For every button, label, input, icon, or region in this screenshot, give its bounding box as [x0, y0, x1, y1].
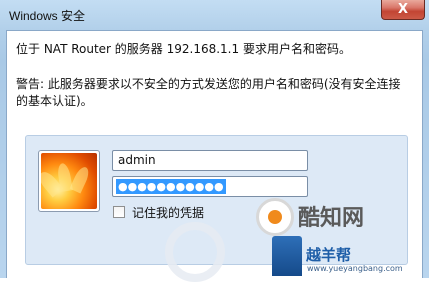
username-field[interactable]: admin — [112, 150, 308, 171]
close-icon: X — [397, 2, 409, 17]
close-button[interactable]: X — [381, 0, 425, 20]
watermark-site: 越羊帮 — [306, 246, 352, 264]
password-field[interactable]: ●●●●●●●●●●● — [112, 176, 308, 197]
window-title: Windows 安全 — [9, 9, 86, 23]
flower-avatar-icon — [38, 150, 100, 212]
watermark-building-icon — [272, 236, 302, 276]
warning-message-line2: 的基本认证)。 — [16, 94, 93, 108]
password-value: ●●●●●●●●●●● — [116, 179, 226, 194]
watermark-brand: 酷知网 — [298, 206, 365, 231]
warning-message-line1: 警告: 此服务器要求以不安全的方式发送您的用户名和密码(没有安全连接 — [16, 77, 401, 91]
security-dialog-window: Windows 安全 X 位于 NAT Router 的服务器 192.168.… — [0, 0, 429, 282]
watermark-logo-icon — [256, 198, 294, 236]
remember-credentials-checkbox[interactable] — [113, 206, 125, 218]
server-message: 位于 NAT Router 的服务器 192.168.1.1 要求用户名和密码。 — [16, 42, 351, 56]
watermark-url: www.yueyangbang.com — [307, 264, 403, 273]
watermark-ring — [165, 222, 225, 282]
remember-credentials-label: 记住我的凭据 — [132, 206, 205, 220]
title-bar[interactable]: Windows 安全 X — [0, 0, 429, 30]
